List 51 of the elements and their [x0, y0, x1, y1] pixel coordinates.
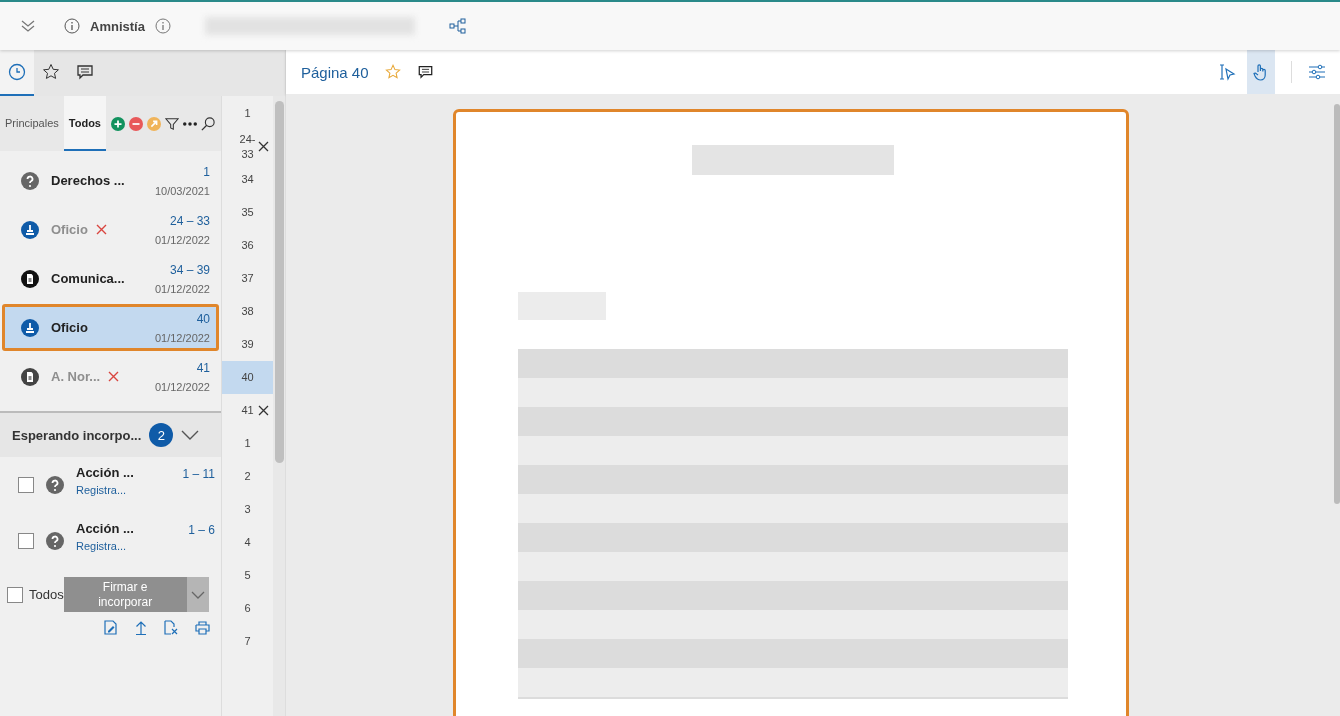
- page-number[interactable]: 4: [222, 526, 273, 559]
- page-number[interactable]: 1: [222, 97, 273, 130]
- document-item[interactable]: Oficio 40 01/12/2022: [2, 304, 219, 351]
- document-name: Oficio: [51, 320, 88, 335]
- document-name: Oficio: [51, 222, 88, 237]
- document-date: 01/12/2022: [154, 233, 210, 246]
- page-number[interactable]: 6: [222, 592, 273, 625]
- document-name: A. Nor...: [51, 369, 101, 384]
- document-item[interactable]: A. Nor... 41 01/12/2022: [2, 353, 219, 400]
- pending-document-type: Registra...: [76, 483, 128, 496]
- pending-document-name: Acción ...: [76, 464, 134, 480]
- document-item[interactable]: Comunica... 34 – 39 01/12/2022: [2, 255, 219, 302]
- select-all-label: Todos: [29, 587, 64, 602]
- page-number[interactable]: 7: [222, 625, 273, 658]
- page-range: 34 – 39: [169, 262, 210, 277]
- page-number[interactable]: 39: [222, 328, 273, 361]
- page-title: Página 40: [301, 63, 369, 81]
- page-number[interactable]: 1: [222, 427, 273, 460]
- pending-header[interactable]: Esperando incorpo... 2: [0, 413, 221, 457]
- page-number[interactable]: 36: [222, 229, 273, 262]
- document-date: 10/03/2021: [154, 184, 210, 197]
- page-number[interactable]: 35: [222, 196, 273, 229]
- page-number[interactable]: 2: [222, 460, 273, 493]
- page-number[interactable]: 24-33: [222, 130, 273, 163]
- page-number[interactable]: 38: [222, 295, 273, 328]
- page-number[interactable]: 37: [222, 262, 273, 295]
- page-number[interactable]: 3: [222, 493, 273, 526]
- page-range: 1 – 11: [182, 467, 215, 481]
- pending-document-type: Registra...: [76, 539, 128, 552]
- document-date: 01/12/2022: [154, 380, 210, 393]
- page-number[interactable]: 5: [222, 559, 273, 592]
- document-item[interactable]: Derechos ... 1 10/03/2021: [2, 157, 219, 204]
- document-date: 01/12/2022: [154, 282, 210, 295]
- page-number[interactable]: 41: [222, 394, 273, 427]
- page-range: 41: [196, 360, 210, 375]
- document-date: 01/12/2022: [154, 331, 210, 344]
- document-name: Comunica...: [51, 271, 125, 286]
- page-number[interactable]: 34: [222, 163, 273, 196]
- page-range: 24 – 33: [169, 213, 210, 228]
- page-range: 40: [196, 311, 210, 326]
- document-name: Derechos ...: [51, 173, 125, 188]
- case-title: Amnistía: [90, 18, 145, 34]
- document-item[interactable]: Oficio 24 – 33 01/12/2022: [2, 206, 219, 253]
- page-range: 1 – 6: [188, 523, 215, 537]
- page-range: 1: [203, 164, 210, 179]
- filter-tab[interactable]: Principales: [0, 96, 64, 151]
- page-number[interactable]: 40: [222, 361, 273, 394]
- filter-tab[interactable]: Todos: [63, 96, 106, 151]
- count-badge: 2: [149, 423, 174, 447]
- pending-document-name: Acción ...: [76, 520, 134, 536]
- pending-title: Esperando incorpo...: [12, 427, 142, 443]
